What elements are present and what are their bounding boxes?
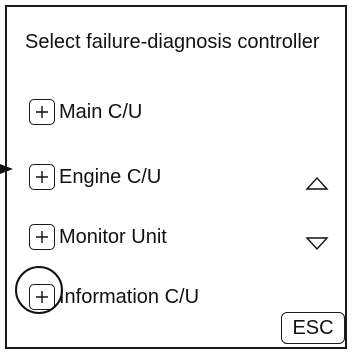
screen-title: Select failure-diagnosis controller xyxy=(25,31,320,53)
menu-item-label: Main C/U xyxy=(59,101,143,123)
menu-item-monitor-unit[interactable]: Monitor Unit xyxy=(29,222,167,252)
plus-icon[interactable] xyxy=(29,99,55,125)
menu-item-main-cu[interactable]: Main C/U xyxy=(29,97,142,127)
plus-icon[interactable] xyxy=(29,164,55,190)
pointer-arrow-icon xyxy=(0,164,13,174)
menu-item-engine-cu[interactable]: Engine C/U xyxy=(29,162,161,192)
menu-item-label: Information C/U xyxy=(59,286,200,308)
plus-icon[interactable] xyxy=(29,224,55,250)
diagnosis-panel: Select failure-diagnosis controller Main… xyxy=(5,5,347,349)
menu-item-information-cu[interactable]: Information C/U xyxy=(29,282,199,312)
menu-item-label: Engine C/U xyxy=(59,166,162,188)
plus-icon[interactable] xyxy=(29,284,55,310)
triangle-down-icon[interactable] xyxy=(305,236,329,252)
triangle-up-icon[interactable] xyxy=(305,175,329,191)
esc-button[interactable]: ESC xyxy=(281,312,345,344)
menu-item-label: Monitor Unit xyxy=(59,226,167,248)
